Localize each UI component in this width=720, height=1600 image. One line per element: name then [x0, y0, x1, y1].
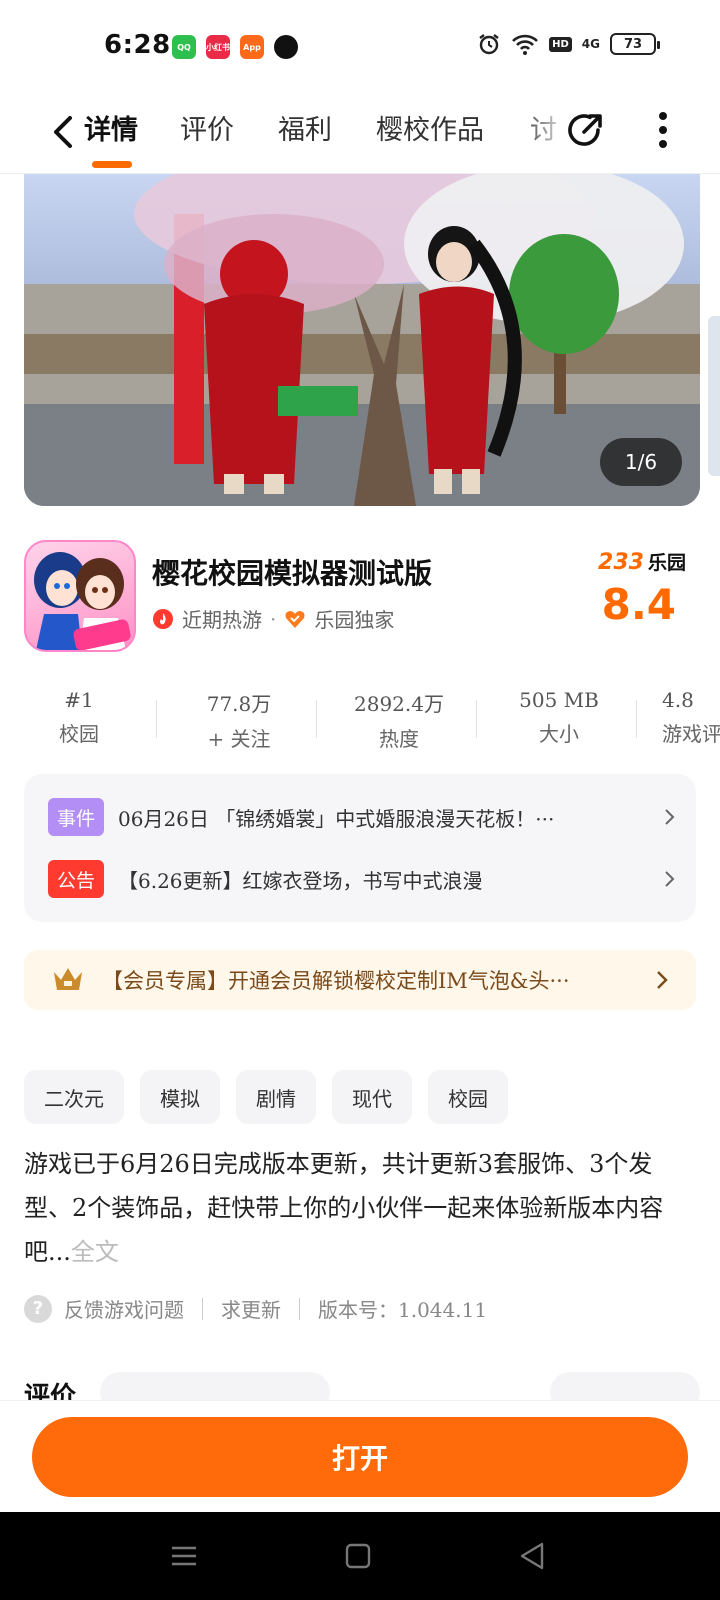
vip-banner[interactable]: 【会员专属】开通会员解锁樱校定制IM气泡&头···: [24, 950, 696, 1010]
genre-tags: 二次元 模拟 剧情 现代 校园: [24, 1070, 508, 1124]
tab-reviews[interactable]: 评价: [180, 108, 234, 147]
separator-dot: ·: [270, 606, 277, 631]
tag-chip[interactable]: 二次元: [24, 1070, 124, 1124]
platform-brand: 233 乐园: [598, 548, 686, 575]
app-score: 8.4: [601, 580, 676, 629]
system-indicators: HD 4G 73: [477, 32, 660, 56]
question-icon: ?: [24, 1294, 52, 1323]
app-title: 樱花校园模拟器测试版: [152, 557, 433, 590]
divider: [202, 1297, 203, 1320]
app-badges: 近期热游 · 乐园独家: [152, 604, 394, 633]
stat-label: 校园: [59, 722, 99, 746]
wifi-icon: [512, 34, 539, 55]
back-arrow-icon[interactable]: [44, 112, 84, 152]
chevron-right-icon: [665, 871, 675, 887]
event-text: 06月26日 「锦绣婚裳」中式婚服浪漫天花板！···: [118, 806, 555, 831]
tag-chip[interactable]: 剧情: [236, 1070, 316, 1124]
divider: [476, 700, 477, 738]
request-update-link[interactable]: 求更新: [221, 1294, 281, 1323]
carousel-pager: 1/6: [600, 438, 682, 486]
vip-text: 【会员专属】开通会员解锁樱校定制IM气泡&头···: [102, 969, 570, 993]
version-text: 版本号：1.044.11: [318, 1298, 488, 1322]
chevron-right-icon: [665, 809, 675, 825]
tab-sakura-works[interactable]: 樱校作品: [376, 108, 484, 147]
announcement-notice[interactable]: 公告 【6.26更新】红嫁衣登场，书写中式浪漫: [48, 860, 678, 898]
divider: [316, 700, 317, 738]
bottom-action-bar: 打开: [0, 1400, 720, 1512]
stat-value: #1: [64, 688, 94, 712]
expand-description-link[interactable]: 全文: [71, 1238, 119, 1266]
flame-icon: [153, 608, 173, 629]
chevron-right-icon: [657, 971, 668, 989]
game-screenshot: [24, 174, 700, 506]
announcement-tag: 公告: [48, 860, 104, 898]
crown-icon: [54, 968, 82, 990]
tag-chip[interactable]: 现代: [332, 1070, 412, 1124]
tab-benefits[interactable]: 福利: [278, 108, 332, 147]
home-icon[interactable]: [340, 1540, 376, 1572]
announcement-text: 【6.26更新】红嫁衣登场，书写中式浪漫: [118, 868, 483, 893]
stats-row: #1 校园 77.8万 + 关注 2892.4万 热度 505 MB 大小 4.…: [0, 688, 720, 751]
notification-icons: QQ 小红书 App: [172, 35, 298, 59]
stat-rank[interactable]: #1 校园: [4, 688, 154, 747]
active-tab-indicator: [92, 161, 132, 168]
feedback-link[interactable]: 反馈游戏问题: [64, 1294, 184, 1323]
meta-row: ? 反馈游戏问题 求更新 版本号：1.044.11: [24, 1294, 487, 1323]
notice-card: 事件 06月26日 「锦绣婚裳」中式婚服浪漫天花板！··· 公告 【6.26更新…: [24, 774, 696, 922]
tag-chip[interactable]: 校园: [428, 1070, 508, 1124]
share-icon[interactable]: [562, 108, 606, 152]
alarm-icon: [479, 34, 499, 55]
divider: [156, 700, 157, 738]
stat-popularity: 2892.4万 热度: [324, 688, 474, 752]
stat-rating[interactable]: 4.8 游戏评: [644, 688, 720, 747]
brand-text: 乐园: [647, 552, 686, 574]
screenshot-carousel[interactable]: 1/6: [24, 174, 700, 506]
stat-value: 4.8: [662, 688, 694, 712]
follow-label: + 关注: [207, 727, 271, 751]
system-navigation-bar: [0, 1512, 720, 1600]
stat-follow[interactable]: 77.8万 + 关注: [164, 688, 314, 752]
reviews-title: 评价: [24, 1382, 77, 1402]
reviews-section-peek: 评价: [24, 1372, 700, 1402]
stat-value: 77.8万: [206, 692, 272, 716]
app-store-icon: App: [240, 35, 264, 59]
stat-value: 505 MB: [519, 688, 599, 712]
description-text: 游戏已于6月26日完成版本更新，共计更新3套服饰、3个发型、2个装饰品，赶快带上…: [24, 1150, 664, 1266]
more-menu-icon[interactable]: [652, 110, 674, 150]
status-bar: 6:28 QQ 小红书 App HD 4G 73: [0, 0, 720, 96]
stat-label: 大小: [539, 722, 579, 746]
stat-label: 热度: [379, 727, 419, 751]
event-tag: 事件: [48, 798, 104, 836]
brand-number: 233: [598, 550, 644, 575]
battery-icon: 73: [610, 33, 660, 55]
stat-label: 游戏评: [662, 722, 720, 746]
clock: 6:28: [104, 30, 171, 60]
tab-details[interactable]: 详情: [84, 108, 138, 147]
back-icon[interactable]: [514, 1540, 550, 1572]
reviews-count-pill[interactable]: [100, 1372, 330, 1402]
write-review-button[interactable]: [550, 1372, 700, 1402]
stat-size: 505 MB 大小: [484, 688, 634, 747]
tag-chip[interactable]: 模拟: [140, 1070, 220, 1124]
xiaohongshu-app-icon: 小红书: [206, 35, 230, 59]
browser-app-icon: [274, 35, 298, 59]
game-description: 游戏已于6月26日完成版本更新，共计更新3套服饰、3个发型、2个装饰品，赶快带上…: [24, 1142, 694, 1274]
top-navigation: 详情 评价 福利 樱校作品 讨: [0, 96, 720, 174]
divider: [299, 1297, 300, 1320]
event-notice[interactable]: 事件 06月26日 「锦绣婚裳」中式婚服浪漫天花板！···: [48, 798, 678, 836]
divider: [636, 700, 637, 738]
open-button[interactable]: 打开: [32, 1417, 688, 1497]
heart-badge-icon: [285, 610, 305, 628]
cellular-signal-icon: 4G: [581, 37, 600, 51]
hot-tag: 近期热游: [182, 608, 262, 632]
qq-app-icon: QQ: [172, 35, 196, 59]
recent-apps-icon[interactable]: [166, 1540, 202, 1572]
stat-value: 2892.4万: [354, 692, 444, 716]
hd-voice-icon: HD: [549, 36, 572, 52]
next-screenshot-peek[interactable]: [708, 316, 720, 476]
app-icon: [24, 540, 136, 652]
exclusive-tag: 乐园独家: [314, 608, 395, 632]
